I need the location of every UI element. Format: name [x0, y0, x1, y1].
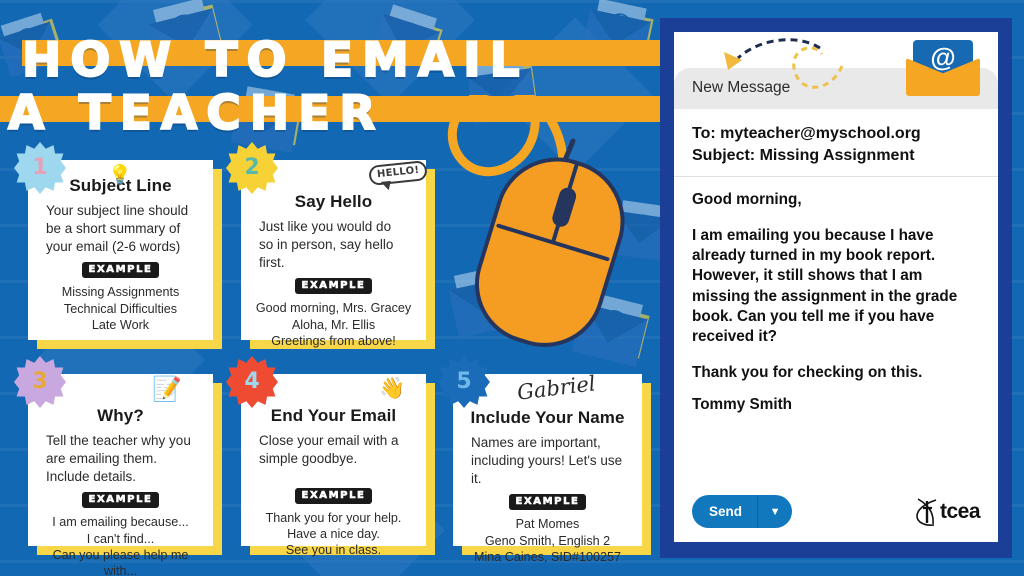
lightbulb-icon: 💡	[108, 165, 132, 186]
card-description: Tell the teacher why you are emailing th…	[46, 433, 191, 484]
example-item: Geno Smith, English 2	[484, 533, 611, 548]
example-badge: EXAMPLE	[81, 492, 160, 509]
example-badge: EXAMPLE	[294, 278, 373, 295]
example-item: Missing Assignments	[61, 285, 180, 300]
email-window: @ New Message To: myteacher@myschool.org…	[674, 32, 998, 542]
page-title: HOW TO EMAIL A TEACHER	[0, 18, 672, 142]
signature-icon: Gabriel	[515, 371, 597, 405]
example-item: Mina Caines, SID#100257	[473, 549, 622, 564]
email-compose-panel: @ New Message To: myteacher@myschool.org…	[660, 18, 1012, 558]
card-heading: Why?	[97, 406, 144, 425]
example-item: Late Work	[91, 317, 150, 332]
card-heading: Say Hello	[294, 192, 373, 211]
step-number: 4	[244, 368, 260, 394]
card-heading: End Your Email	[270, 406, 397, 425]
example-item: Aloha, Mr. Ellis	[291, 317, 376, 332]
title-line-2: A TEACHER	[7, 85, 385, 142]
notepad-pencil-icon: 📝	[152, 376, 182, 403]
email-footer: Send ▼ tcea	[674, 495, 998, 542]
send-button-label: Send	[709, 504, 743, 519]
tcea-logo-mark	[916, 497, 937, 526]
send-button[interactable]: Send ▼	[692, 495, 793, 528]
card-description: Your subject line should be a short summ…	[46, 203, 189, 254]
example-item: Have a nice day.	[287, 526, 380, 541]
tcea-logo: tcea	[914, 497, 981, 527]
email-body[interactable]: Good morning, I am emailing you because …	[674, 177, 998, 495]
example-item: I am emailing because...	[52, 515, 189, 530]
example-badge: EXAMPLE	[81, 262, 160, 279]
example-item: Thank you for your help.	[265, 510, 402, 525]
card-description: Close your email with a simple goodbye.	[259, 433, 399, 466]
waving-hand-icon: 👋	[379, 377, 406, 400]
send-dropdown-arrow-icon[interactable]: ▼	[758, 495, 792, 528]
tip-card-3[interactable]: 📝 Why? Tell the teacher why you are emai…	[28, 374, 213, 576]
example-item: Good morning, Mrs. Gracey	[255, 301, 412, 316]
email-paragraph: I am emailing you because I have already…	[692, 226, 958, 346]
step-number: 2	[244, 154, 260, 180]
email-address-block: To: myteacher@myschool.org Subject: Miss…	[674, 109, 998, 178]
tip-card-4[interactable]: 👋 End Your Email Close your email with a…	[241, 374, 426, 557]
example-badge: EXAMPLE	[294, 487, 373, 504]
title-line-1: HOW TO EMAIL	[21, 32, 529, 89]
curly-arrow-icon	[724, 38, 844, 89]
step-number: 5	[456, 368, 472, 394]
example-item: Pat Momes	[515, 517, 580, 532]
example-item: See you in class.	[285, 542, 382, 557]
email-signature: Tommy Smith	[692, 395, 793, 413]
to-field[interactable]: To: myteacher@myschool.org	[692, 123, 980, 145]
subject-field[interactable]: Subject: Missing Assignment	[692, 145, 980, 167]
card-description: Just like you would do so in person, say…	[259, 219, 394, 270]
example-badge: EXAMPLE	[508, 494, 587, 511]
email-greeting: Good morning,	[692, 191, 802, 209]
tcea-logo-text: tcea	[939, 499, 981, 523]
card-description: Names are important, including yours! Le…	[471, 435, 623, 486]
tip-card-1[interactable]: 💡 Subject Line Your subject line should …	[28, 160, 213, 340]
example-item: Can you please help me with...	[52, 547, 189, 576]
infographic-canvas: @ @ @ @ @ @ @ @ @ HOW TO EMAIL A TEACHER	[0, 0, 1024, 576]
tip-card-5[interactable]: Gabriel Include Your Name Names are impo…	[453, 371, 642, 564]
example-item: Greetings from above!	[271, 333, 396, 348]
step-number: 1	[32, 154, 48, 180]
step-number: 3	[32, 368, 48, 394]
email-envelope-icon: @	[906, 40, 980, 96]
email-closing: Thank you for checking on this.	[692, 363, 923, 381]
example-item: I can't find...	[86, 531, 155, 546]
card-heading: Include Your Name	[470, 408, 625, 427]
example-item: Technical Difficulties	[63, 301, 178, 316]
tip-card-2[interactable]: Say Hello Just like you would do so in p…	[241, 160, 426, 348]
